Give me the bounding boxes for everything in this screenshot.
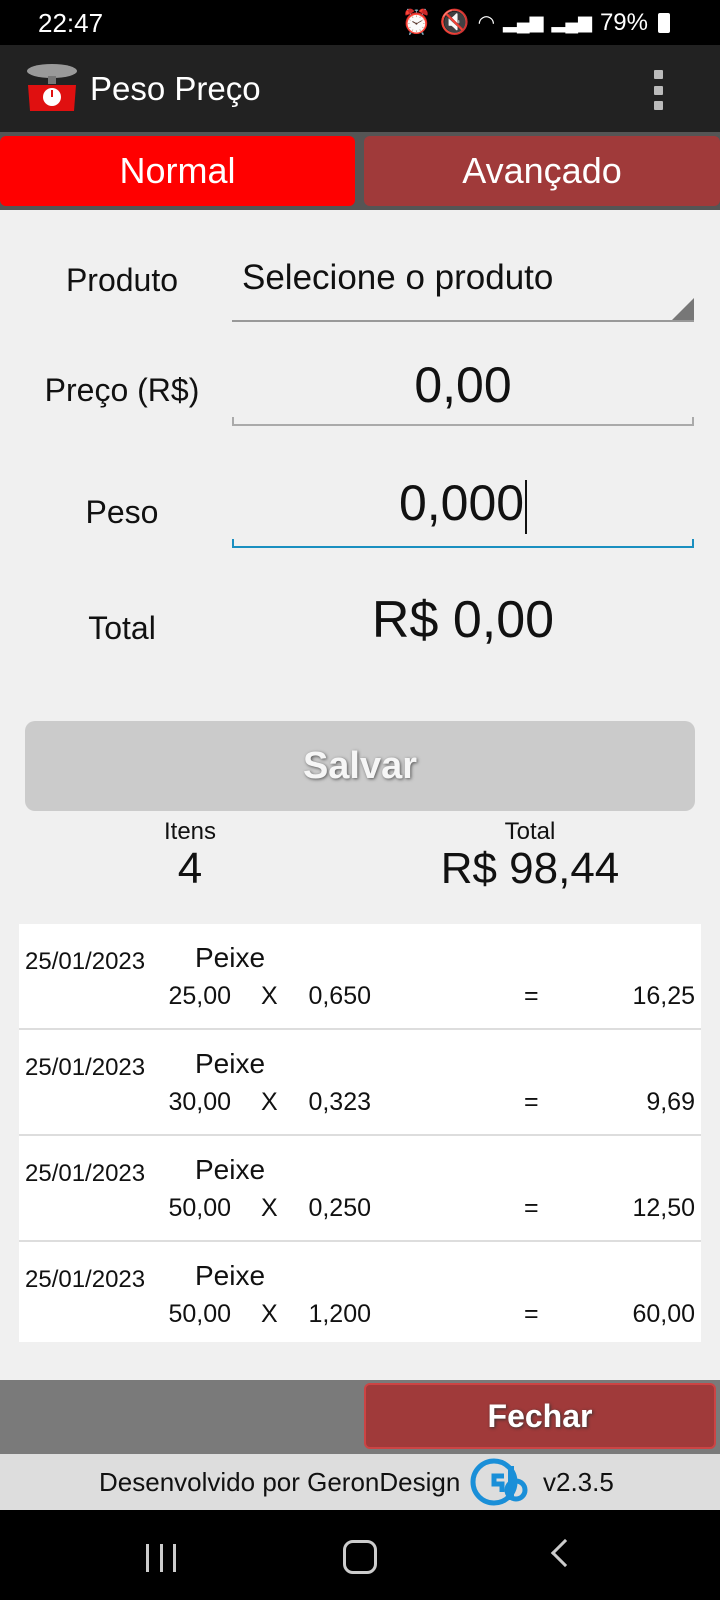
alarm-icon: ⏰ <box>401 9 432 36</box>
app-version: v2.3.5 <box>543 1467 614 1497</box>
entry-date: 25/01/2023 <box>25 1160 146 1187</box>
entry-price: 30,00 <box>168 1088 231 1116</box>
entry-date: 25/01/2023 <box>25 1054 146 1081</box>
entry-multiply: X <box>261 1300 278 1328</box>
entry-product: Peixe <box>195 942 266 973</box>
entry-multiply: X <box>261 1088 278 1116</box>
price-input-value: 0,00 <box>414 357 512 413</box>
product-spinner-value: Selecione o produto <box>242 258 554 297</box>
summary-total-value: R$ 98,44 <box>440 844 620 893</box>
close-bar: Fechar <box>0 1380 720 1454</box>
weight-input-underline <box>232 539 694 548</box>
list-item[interactable]: 25/01/2023 Peixe 25,00 X 0,650 = 16,25 <box>19 924 701 1030</box>
weight-input[interactable]: 0,000 <box>232 474 694 548</box>
wifi-icon: ◠ <box>477 12 496 34</box>
recent-apps-icon[interactable] <box>146 1544 176 1572</box>
close-button[interactable]: Fechar <box>364 1383 716 1449</box>
weight-label: Peso <box>85 494 159 530</box>
entry-weight: 1,200 <box>308 1300 371 1328</box>
status-time: 22:47 <box>38 8 104 38</box>
credit-bar: Desenvolvido por GeronDesign v2.3.5 <box>0 1454 720 1510</box>
entry-date: 25/01/2023 <box>25 948 146 975</box>
signal-icon: ▂▄▆ <box>503 12 544 32</box>
price-label: Preço (R$) <box>44 372 200 408</box>
app-bar: Peso Preço <box>0 45 720 132</box>
entry-weight: 0,323 <box>308 1088 371 1116</box>
items-count: 4 <box>177 844 203 893</box>
tab-advanced[interactable]: Avançado <box>364 136 720 206</box>
price-input[interactable]: 0,00 <box>232 356 694 426</box>
back-icon[interactable] <box>550 1538 580 1568</box>
entry-weight: 0,250 <box>308 1194 371 1222</box>
entry-weight: 0,650 <box>308 982 371 1010</box>
signal-icon: ▂▄▆ <box>551 12 592 32</box>
mute-icon: 🔇 <box>439 9 470 36</box>
total-value: R$ 0,00 <box>371 591 555 649</box>
entry-equals: = <box>524 1088 539 1116</box>
entries-list[interactable]: 25/01/2023 Peixe 25,00 X 0,650 = 16,25 2… <box>19 924 701 1342</box>
entry-total: 60,00 <box>632 1300 695 1328</box>
tab-normal[interactable]: Normal <box>0 136 355 206</box>
entry-equals: = <box>524 1300 539 1328</box>
mode-tabs: Normal Avançado <box>0 132 720 210</box>
list-item[interactable]: 25/01/2023 Peixe 50,00 X 1,200 = 60,00 <box>19 1242 701 1348</box>
list-item[interactable]: 25/01/2023 Peixe 50,00 X 0,250 = 12,50 <box>19 1136 701 1242</box>
entry-product: Peixe <box>195 1260 266 1291</box>
entry-total: 16,25 <box>632 982 695 1010</box>
entry-total: 12,50 <box>632 1194 695 1222</box>
home-icon[interactable] <box>343 1540 377 1574</box>
list-item[interactable]: 25/01/2023 Peixe 30,00 X 0,323 = 9,69 <box>19 1030 701 1136</box>
gerondesign-logo-icon <box>470 1458 528 1506</box>
system-nav-bar <box>0 1510 720 1600</box>
entry-price: 50,00 <box>168 1300 231 1328</box>
entry-total: 9,69 <box>646 1088 695 1116</box>
battery-icon <box>658 12 670 33</box>
product-spinner[interactable]: Selecione o produto <box>232 258 694 322</box>
entry-equals: = <box>524 982 539 1010</box>
spinner-underline <box>232 320 694 322</box>
entry-price: 50,00 <box>168 1194 231 1222</box>
save-button[interactable]: Salvar <box>25 721 695 811</box>
entry-equals: = <box>524 1194 539 1222</box>
dropdown-arrow-icon <box>672 298 694 320</box>
entry-multiply: X <box>261 982 278 1010</box>
total-label: Total <box>88 610 156 646</box>
main-content: Produto Selecione o produto Preço (R$) 0… <box>0 210 720 1380</box>
entry-price: 25,00 <box>168 982 231 1010</box>
battery-percentage: 79% <box>599 8 648 36</box>
developer-credit: Desenvolvido por GeronDesign <box>99 1467 461 1497</box>
items-label: Itens <box>163 818 217 845</box>
entry-product: Peixe <box>195 1048 266 1079</box>
entry-date: 25/01/2023 <box>25 1266 146 1293</box>
entry-multiply: X <box>261 1194 278 1222</box>
app-title: Peso Preço <box>90 70 261 107</box>
summary-total-label: Total <box>504 818 556 845</box>
scale-icon <box>27 64 77 111</box>
price-input-underline <box>232 417 694 426</box>
status-bar: 22:47 ⏰ 🔇 ◠ ▂▄▆ ▂▄▆ 79% <box>0 0 720 45</box>
weight-input-value: 0,000 <box>232 474 694 534</box>
overflow-menu-icon[interactable] <box>652 70 664 110</box>
text-cursor <box>525 479 528 534</box>
entry-product: Peixe <box>195 1154 266 1185</box>
product-label: Produto <box>65 262 179 298</box>
status-icons: ⏰ 🔇 ◠ ▂▄▆ ▂▄▆ 79% <box>402 8 670 37</box>
